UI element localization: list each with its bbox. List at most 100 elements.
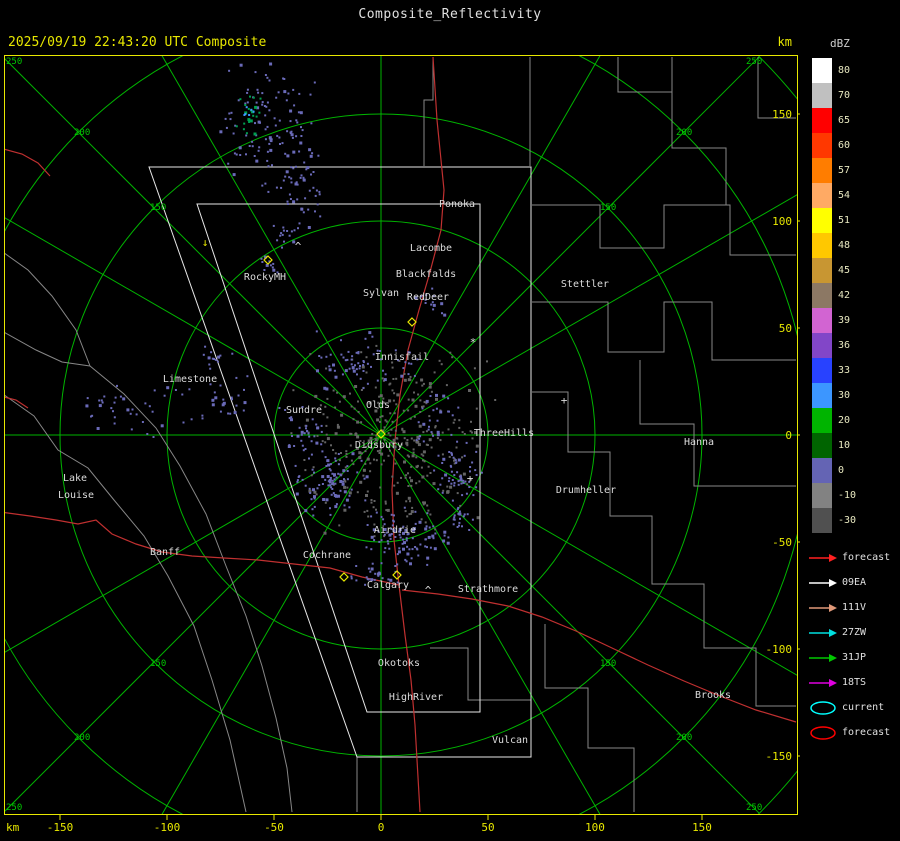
bottom-tick-label: 150 bbox=[692, 821, 712, 834]
city-label: Airdrie bbox=[374, 525, 416, 536]
dbz-scale-row: 65 bbox=[812, 108, 856, 133]
dbz-value: -10 bbox=[838, 490, 857, 501]
city-label: RockyMH bbox=[244, 272, 286, 283]
dbz-value: 65 bbox=[838, 115, 851, 126]
legend-arrow-icon bbox=[809, 578, 837, 587]
range-label: 200 bbox=[676, 128, 692, 138]
bottom-tick-label: 50 bbox=[481, 821, 494, 834]
dbz-value: 51 bbox=[838, 215, 851, 226]
dbz-swatch bbox=[812, 483, 832, 508]
dbz-swatch bbox=[812, 383, 832, 408]
city-label: RedDeer bbox=[407, 292, 449, 303]
legend-ellipse-icon bbox=[810, 725, 836, 740]
dbz-swatch bbox=[812, 258, 832, 283]
city-label: Lacombe bbox=[410, 243, 452, 254]
legend-arrow-icon bbox=[809, 653, 837, 662]
azimuth-spoke bbox=[161, 55, 382, 436]
radar-site-marker bbox=[339, 572, 349, 582]
dbz-swatch bbox=[812, 308, 832, 333]
precip-echo-cluster bbox=[85, 384, 118, 417]
city-label: Ponoka bbox=[439, 199, 475, 210]
dbz-scale-row: 10 bbox=[812, 433, 856, 458]
legend-arrow-icon bbox=[809, 603, 837, 612]
scale-title: dBZ bbox=[830, 37, 850, 50]
azimuth-spoke bbox=[380, 434, 797, 676]
dbz-value: -30 bbox=[838, 515, 857, 526]
dbz-value: 33 bbox=[838, 365, 851, 376]
city-label: Stettler bbox=[561, 279, 609, 290]
legend: forecast 09EA 111V 27ZW 31JP 18TS current forec… bbox=[808, 545, 890, 745]
dbz-swatch bbox=[812, 108, 832, 133]
dbz-value: 0 bbox=[838, 465, 845, 476]
precip-echo-cluster bbox=[243, 106, 255, 116]
dbz-scale-row: 33 bbox=[812, 358, 856, 383]
dbz-value: 48 bbox=[838, 240, 851, 251]
dbz-value: 80 bbox=[838, 65, 851, 76]
precip-echo-cluster bbox=[202, 345, 234, 370]
range-label: 200 bbox=[74, 733, 90, 743]
city-label: Vulcan bbox=[492, 735, 528, 746]
legend-item: 27ZW bbox=[808, 620, 890, 645]
dbz-value: 39 bbox=[838, 315, 851, 326]
county-boundary bbox=[532, 391, 796, 707]
precip-echo-cluster bbox=[275, 148, 322, 230]
dbz-value: 30 bbox=[838, 390, 851, 401]
sidebar: dBZ 80 70 65 60 57 54 51 48 45 42 39 36 33 30 20 10 0 -10… bbox=[800, 0, 900, 841]
radar-coverage-boundary bbox=[148, 166, 532, 758]
dbz-value: 42 bbox=[838, 290, 851, 301]
radar-map: 250 200 150 150 200 250 150 200 250 150 200 250 Pono… bbox=[4, 55, 797, 814]
precip-echo-cluster bbox=[272, 224, 296, 249]
range-ring bbox=[4, 55, 797, 814]
county-boundary bbox=[617, 57, 673, 93]
legend-label: 09EA bbox=[842, 577, 867, 588]
dbz-scale-row: -30 bbox=[812, 508, 856, 533]
bottom-tick-label: -150 bbox=[47, 821, 74, 834]
legend-item: 09EA bbox=[808, 570, 890, 595]
azimuth-spoke bbox=[4, 216, 382, 436]
legend-arrow-icon bbox=[809, 628, 837, 637]
legend-item: 111V bbox=[808, 595, 890, 620]
dbz-scale-row: 60 bbox=[812, 133, 856, 158]
legend-arrow-icon bbox=[809, 678, 837, 687]
city-label: Brooks bbox=[695, 690, 731, 701]
legend-label: 111V bbox=[842, 602, 867, 613]
legend-label: forecast bbox=[842, 727, 891, 738]
plus-symbol: + bbox=[561, 394, 568, 407]
asterisk-symbol: * bbox=[470, 336, 477, 349]
county-boundary bbox=[89, 365, 293, 813]
radar-display: 250 200 150 150 200 250 150 200 250 150 200 250 Pono… bbox=[4, 55, 800, 834]
dbz-swatch bbox=[812, 508, 832, 533]
radar-coverage-boundary bbox=[196, 203, 481, 713]
dbz-scale-row: 45 bbox=[812, 258, 856, 283]
range-label: 250 bbox=[746, 57, 762, 67]
azimuth-spoke bbox=[380, 55, 601, 436]
dbz-swatch bbox=[812, 458, 832, 483]
dbz-scale-row: -10 bbox=[812, 483, 856, 508]
right-tick-label: -100 bbox=[766, 643, 793, 656]
right-tick-label: -150 bbox=[766, 750, 793, 763]
city-label: Hanna bbox=[684, 437, 714, 448]
range-label: 200 bbox=[74, 128, 90, 138]
dbz-scale-row: 51 bbox=[812, 208, 856, 233]
city-label: Cochrane bbox=[303, 550, 351, 561]
dbz-swatch bbox=[812, 158, 832, 183]
city-label: Olds bbox=[366, 400, 390, 411]
city-label: Lake bbox=[63, 473, 87, 484]
legend-item: current bbox=[808, 695, 890, 720]
legend-label: forecast bbox=[842, 552, 891, 563]
legend-item: forecast bbox=[808, 545, 890, 570]
dbz-swatch bbox=[812, 233, 832, 258]
dbz-swatch bbox=[812, 408, 832, 433]
range-label: 150 bbox=[600, 659, 616, 669]
range-label: 250 bbox=[6, 57, 22, 67]
range-label: 150 bbox=[150, 659, 166, 669]
precip-echo-cluster bbox=[219, 62, 316, 193]
highway-line bbox=[4, 148, 51, 177]
right-tick-label: 50 bbox=[779, 322, 792, 335]
county-boundary bbox=[671, 92, 727, 205]
dbz-swatch bbox=[812, 83, 832, 108]
legend-ellipse-icon bbox=[810, 700, 836, 715]
city-label: Innisfail bbox=[375, 352, 429, 363]
legend-label: 27ZW bbox=[842, 627, 867, 638]
bottom-tick-label: 0 bbox=[378, 821, 385, 834]
